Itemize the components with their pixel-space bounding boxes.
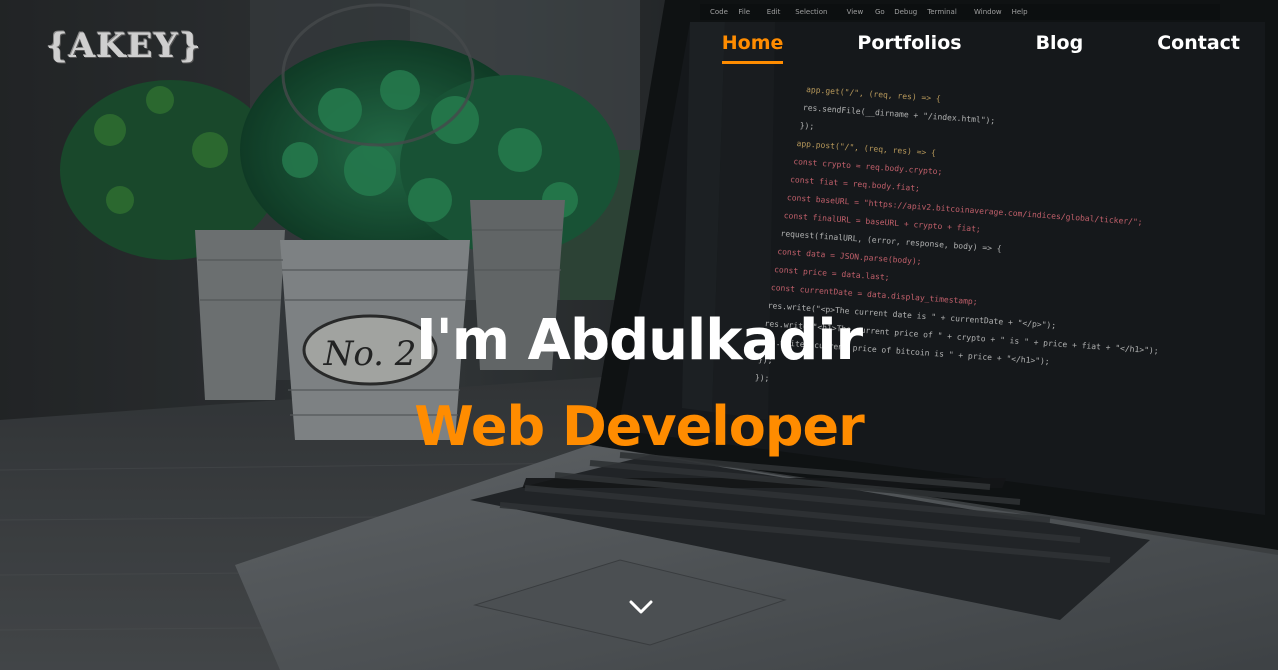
chevron-down-icon[interactable] — [627, 596, 655, 618]
hero-title: I'm Abdulkadir — [415, 308, 863, 373]
hero-subtitle: Web Developer — [414, 395, 865, 458]
hero-section: No. 2 Code File Edit Selection View Go Debug Te… — [0, 0, 1278, 670]
nav-item-contact[interactable]: Contact — [1157, 30, 1240, 64]
nav-item-blog[interactable]: Blog — [1036, 30, 1084, 64]
main-nav: Home Portfolios Blog Contact — [648, 30, 1240, 64]
nav-item-home[interactable]: Home — [721, 30, 783, 64]
nav-item-portfolios[interactable]: Portfolios — [857, 30, 961, 64]
site-logo[interactable]: {AKEY} — [46, 22, 202, 70]
